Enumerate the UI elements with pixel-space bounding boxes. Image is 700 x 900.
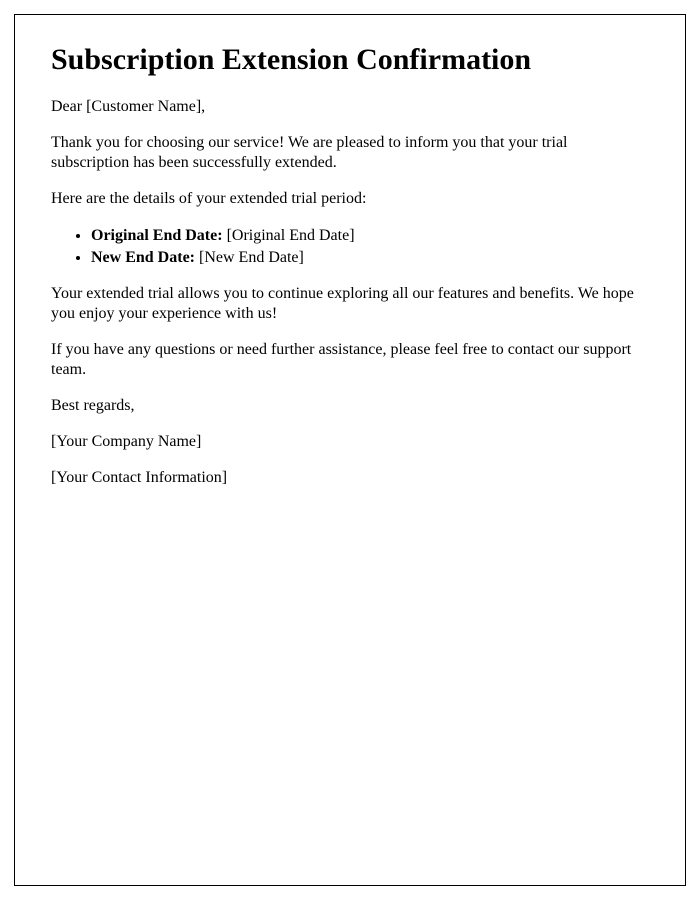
original-end-date-label: Original End Date:	[91, 227, 223, 244]
list-item: New End Date: [New End Date]	[91, 247, 649, 269]
new-end-date-label: New End Date:	[91, 249, 195, 266]
contact-info-line: [Your Contact Information]	[51, 468, 649, 488]
details-intro: Here are the details of your extended tr…	[51, 189, 649, 209]
intro-paragraph: Thank you for choosing our service! We a…	[51, 133, 649, 173]
document-page: Subscription Extension Confirmation Dear…	[14, 14, 686, 886]
greeting-line: Dear [Customer Name],	[51, 97, 649, 117]
original-end-date-value: [Original End Date]	[223, 227, 355, 244]
page-title: Subscription Extension Confirmation	[51, 43, 649, 77]
new-end-date-value: [New End Date]	[195, 249, 304, 266]
benefits-paragraph: Your extended trial allows you to contin…	[51, 284, 649, 324]
details-list: Original End Date: [Original End Date] N…	[91, 225, 649, 268]
list-item: Original End Date: [Original End Date]	[91, 225, 649, 247]
company-name-line: [Your Company Name]	[51, 432, 649, 452]
signoff-line: Best regards,	[51, 396, 649, 416]
support-paragraph: If you have any questions or need furthe…	[51, 340, 649, 380]
